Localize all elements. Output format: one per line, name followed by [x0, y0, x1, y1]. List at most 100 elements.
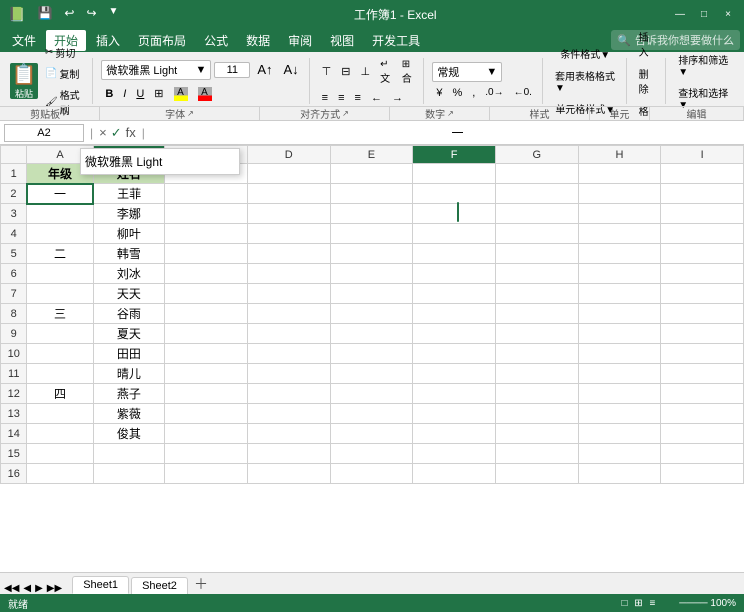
- cell-A4[interactable]: [27, 224, 93, 244]
- col-header-H[interactable]: H: [578, 146, 661, 164]
- increase-font-button[interactable]: A↑: [253, 60, 276, 79]
- cell-G4[interactable]: [495, 224, 578, 244]
- cell-F12[interactable]: [413, 384, 496, 404]
- cell-F2[interactable]: [413, 184, 496, 204]
- cell-C12[interactable]: [165, 384, 248, 404]
- clipboard-expand-icon[interactable]: ↗: [62, 109, 69, 118]
- cell-D8[interactable]: [247, 304, 330, 324]
- cell-E13[interactable]: [330, 404, 413, 424]
- cell-A3[interactable]: [27, 204, 93, 224]
- cell-G10[interactable]: [495, 344, 578, 364]
- conditional-format-button[interactable]: 条件格式▼: [551, 44, 620, 63]
- cell-G14[interactable]: [495, 424, 578, 444]
- cell-C3[interactable]: [165, 204, 248, 224]
- cell-C6[interactable]: [165, 264, 248, 284]
- cell-I7[interactable]: [661, 284, 744, 304]
- sheet-tab-2[interactable]: Sheet2: [131, 577, 188, 594]
- maximize-button[interactable]: □: [696, 6, 712, 22]
- insert-function-button[interactable]: fx: [126, 125, 136, 140]
- cell-D6[interactable]: [247, 264, 330, 284]
- cell-A14[interactable]: [27, 424, 93, 444]
- cell-B6[interactable]: 刘冰: [93, 264, 165, 284]
- cell-B11[interactable]: 晴儿: [93, 364, 165, 384]
- sort-filter-button[interactable]: 排序和筛选▼: [674, 50, 734, 80]
- font-autocomplete-tooltip[interactable]: 微软雅黑 Light: [80, 148, 240, 175]
- minimize-button[interactable]: —: [672, 6, 688, 22]
- row-header-1[interactable]: 1: [1, 164, 27, 184]
- cell-D5[interactable]: [247, 244, 330, 264]
- cell-E3[interactable]: [330, 204, 413, 224]
- cell-C2[interactable]: [165, 184, 248, 204]
- cell-F7[interactable]: [413, 284, 496, 304]
- cell-A12[interactable]: 四: [27, 384, 93, 404]
- wrap-text-button[interactable]: ↵文: [376, 57, 396, 87]
- cell-B12[interactable]: 燕子: [93, 384, 165, 404]
- cell-G11[interactable]: [495, 364, 578, 384]
- decrease-font-button[interactable]: A↓: [280, 60, 303, 79]
- cell-B14[interactable]: 俊其: [93, 424, 165, 444]
- cell-H10[interactable]: [578, 344, 661, 364]
- cell-I13[interactable]: [661, 404, 744, 424]
- cell-G5[interactable]: [495, 244, 578, 264]
- row-header-12[interactable]: 12: [1, 384, 27, 404]
- number-expand-icon[interactable]: ↗: [447, 109, 454, 118]
- cell-H1[interactable]: [578, 164, 661, 184]
- increase-decimal-button[interactable]: .0→: [481, 85, 507, 101]
- indent-increase-button[interactable]: →: [388, 90, 407, 106]
- cell-D9[interactable]: [247, 324, 330, 344]
- cell-F13[interactable]: [413, 404, 496, 424]
- cell-A13[interactable]: [27, 404, 93, 424]
- delete-cell-button[interactable]: 删除: [635, 64, 660, 98]
- cell-H4[interactable]: [578, 224, 661, 244]
- cell-A16[interactable]: [27, 464, 93, 484]
- cell-I11[interactable]: [661, 364, 744, 384]
- cell-B16[interactable]: [93, 464, 165, 484]
- cell-F15[interactable]: [413, 444, 496, 464]
- menu-developer[interactable]: 开发工具: [364, 30, 428, 51]
- cell-I8[interactable]: [661, 304, 744, 324]
- cell-I15[interactable]: [661, 444, 744, 464]
- cell-C8[interactable]: [165, 304, 248, 324]
- row-header-5[interactable]: 5: [1, 244, 27, 264]
- col-header-I[interactable]: I: [661, 146, 744, 164]
- cell-H12[interactable]: [578, 384, 661, 404]
- cell-G15[interactable]: [495, 444, 578, 464]
- cell-E5[interactable]: [330, 244, 413, 264]
- cell-I4[interactable]: [661, 224, 744, 244]
- cell-I14[interactable]: [661, 424, 744, 444]
- font-expand-icon[interactable]: ↗: [187, 109, 194, 118]
- search-bar[interactable]: 🔍 告诉我你想要做什么: [611, 30, 740, 50]
- align-left-button[interactable]: ≡: [318, 90, 332, 106]
- cell-H7[interactable]: [578, 284, 661, 304]
- cell-E11[interactable]: [330, 364, 413, 384]
- row-header-4[interactable]: 4: [1, 224, 27, 244]
- cell-D10[interactable]: [247, 344, 330, 364]
- menu-view[interactable]: 视图: [322, 30, 362, 51]
- add-sheet-button[interactable]: ＋: [194, 574, 208, 594]
- menu-page-layout[interactable]: 页面布局: [130, 30, 194, 51]
- cell-C15[interactable]: [165, 444, 248, 464]
- cell-H9[interactable]: [578, 324, 661, 344]
- cell-G12[interactable]: [495, 384, 578, 404]
- align-center-button[interactable]: ≡: [334, 90, 348, 106]
- align-right-button[interactable]: ≡: [351, 90, 365, 106]
- percent-button[interactable]: %: [448, 85, 466, 101]
- cell-A2[interactable]: 一: [27, 184, 93, 204]
- bold-button[interactable]: B: [101, 86, 117, 102]
- font-name-selector[interactable]: 微软雅黑 Light ▼: [101, 60, 211, 80]
- cell-D7[interactable]: [247, 284, 330, 304]
- cell-H15[interactable]: [578, 444, 661, 464]
- sheet-tab-1[interactable]: Sheet1: [72, 576, 129, 594]
- align-top-button[interactable]: ⊤: [318, 57, 336, 87]
- sheet-nav-next[interactable]: ▶: [35, 583, 43, 594]
- cell-G2[interactable]: [495, 184, 578, 204]
- cell-G8[interactable]: [495, 304, 578, 324]
- number-format-selector[interactable]: 常规 ▼: [432, 62, 502, 82]
- cell-I16[interactable]: [661, 464, 744, 484]
- cell-C5[interactable]: [165, 244, 248, 264]
- row-header-7[interactable]: 7: [1, 284, 27, 304]
- cell-C10[interactable]: [165, 344, 248, 364]
- cell-B2[interactable]: 王菲: [93, 184, 165, 204]
- cell-E16[interactable]: [330, 464, 413, 484]
- cell-F9[interactable]: [413, 324, 496, 344]
